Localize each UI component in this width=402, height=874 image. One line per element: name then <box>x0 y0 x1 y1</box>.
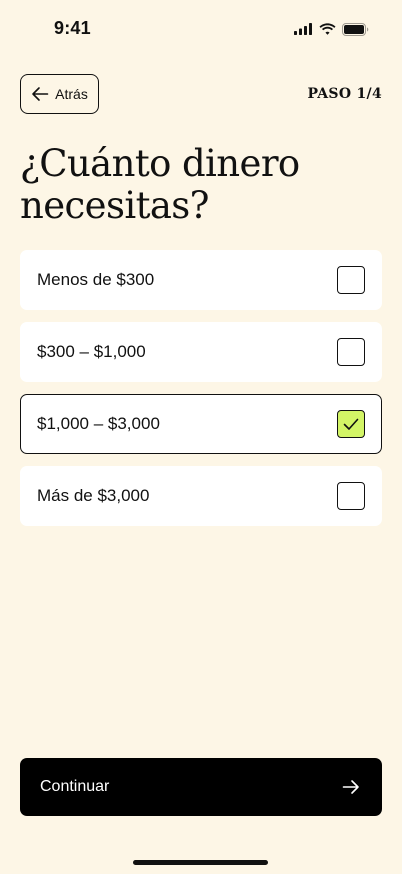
option-over-3000[interactable]: Más de $3,000 <box>20 466 382 526</box>
checkbox[interactable] <box>337 482 365 510</box>
option-label: $1,000 – $3,000 <box>37 414 160 433</box>
continue-button[interactable]: Continuar <box>20 758 382 816</box>
continue-label: Continuar <box>40 778 110 795</box>
arrow-right-icon <box>342 780 359 794</box>
option-label: Menos de $300 <box>37 270 155 289</box>
home-indicator <box>133 860 268 865</box>
back-button[interactable]: Atrás <box>20 74 99 114</box>
option-under-300[interactable]: Menos de $300 <box>20 250 382 310</box>
status-icons <box>294 22 369 36</box>
page-title: ¿Cuánto dinero necesitas? <box>20 142 300 227</box>
arrow-left-icon <box>32 87 49 101</box>
option-1000-3000[interactable]: $1,000 – $3,000 <box>20 394 382 454</box>
status-time: 9:41 <box>54 18 91 38</box>
option-label: $300 – $1,000 <box>37 342 146 361</box>
option-300-1000[interactable]: $300 – $1,000 <box>20 322 382 382</box>
wifi-icon <box>319 23 336 35</box>
back-label: Atrás <box>55 86 88 102</box>
checkbox-checked[interactable] <box>337 410 365 438</box>
checkbox[interactable] <box>337 266 365 294</box>
checkbox[interactable] <box>337 338 365 366</box>
option-label: Más de $3,000 <box>37 486 150 505</box>
battery-icon <box>342 22 369 36</box>
amount-options: Menos de $300 $300 – $1,000 $1,000 – $3,… <box>20 250 382 538</box>
status-bar: 9:41 <box>0 0 402 58</box>
checkmark-icon <box>343 418 359 430</box>
cellular-signal-icon <box>294 23 312 35</box>
step-indicator: PASO 1/4 <box>307 86 382 102</box>
